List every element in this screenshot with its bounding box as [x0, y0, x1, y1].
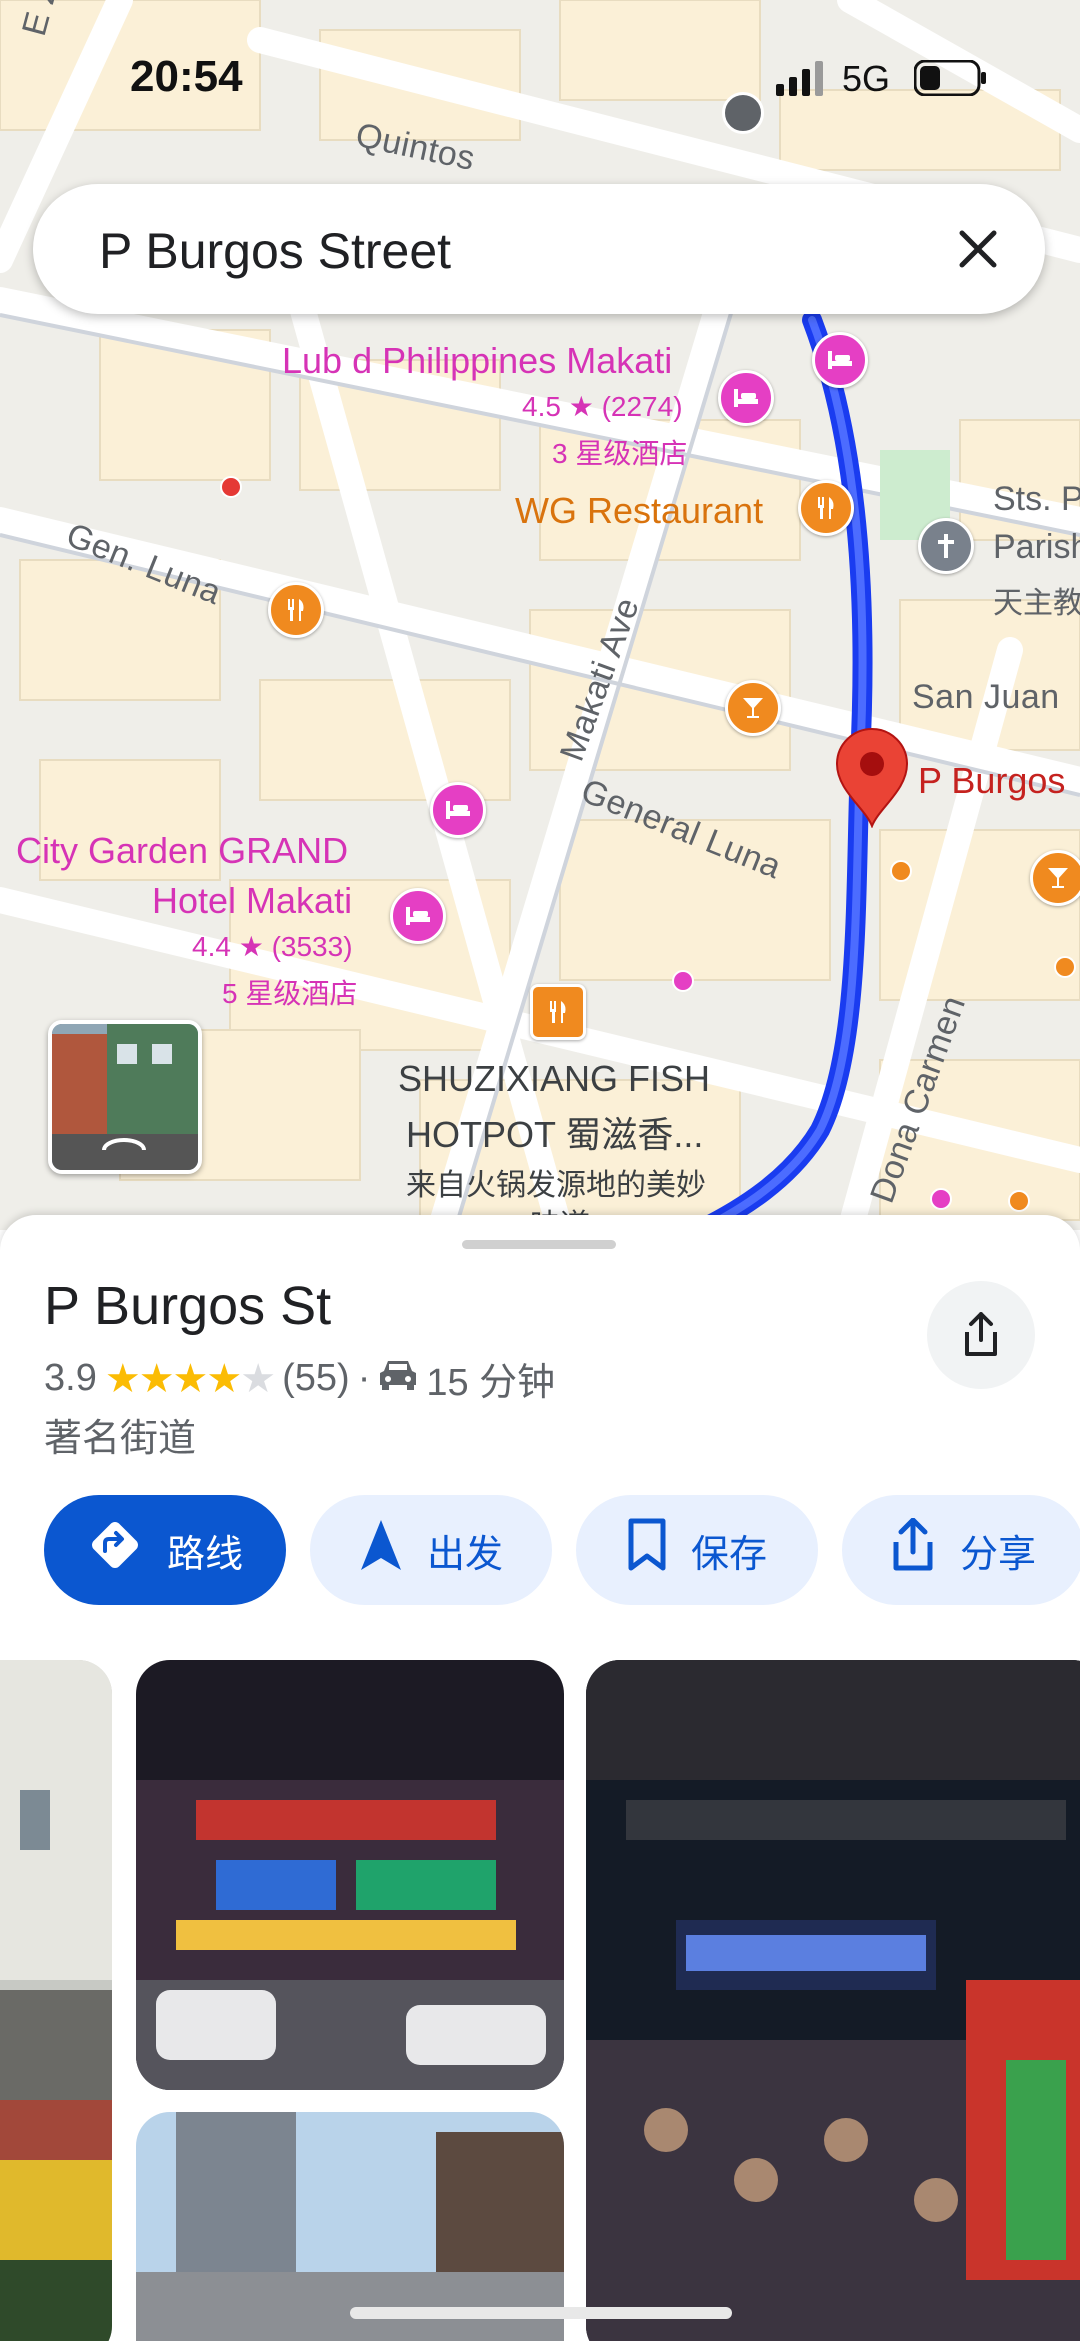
map-dot	[930, 1188, 952, 1210]
sheet-drag-handle[interactable]	[462, 1240, 616, 1249]
hotel-icon[interactable]	[390, 888, 446, 944]
place-photo[interactable]	[136, 1660, 564, 2090]
poi-rating: 4.4 ★ (3533)	[192, 931, 353, 962]
street-label: San Juan	[912, 678, 1060, 716]
poi-name: HOTPOT 蜀滋香...	[406, 1114, 704, 1155]
poi-name[interactable]: Sts. P	[993, 480, 1080, 519]
poi-name: Parish	[993, 528, 1080, 566]
hotel-icon[interactable]	[430, 782, 486, 838]
restaurant-icon[interactable]	[798, 480, 854, 536]
hotel-icon[interactable]	[718, 370, 774, 426]
street-view-thumbnail[interactable]	[48, 1020, 202, 1174]
map-dot	[1054, 956, 1076, 978]
directions-label: 路线	[166, 1533, 243, 1576]
directions-button[interactable]: 路线	[44, 1495, 286, 1605]
restaurant-icon[interactable]	[530, 984, 586, 1040]
save-button[interactable]: 保存	[576, 1495, 818, 1605]
place-photo[interactable]	[586, 1660, 1080, 2341]
poi-name[interactable]: SHUZIXIANG FISH	[398, 1058, 710, 1100]
place-meta: 3.9 ★★★★★ (55) · 15 分钟	[44, 1351, 555, 1406]
restaurant-icon[interactable]	[268, 582, 324, 638]
home-indicator[interactable]	[350, 2307, 732, 2319]
rating-value: 3.9	[44, 1357, 97, 1399]
drive-time: 15 分钟	[426, 1362, 556, 1404]
bookmark-icon	[627, 1518, 667, 1582]
map-dot	[220, 476, 242, 498]
bar-icon[interactable]	[725, 680, 781, 736]
status-bar: 20:54 5G	[0, 0, 1080, 150]
directions-icon	[87, 1517, 143, 1583]
share-icon	[890, 1517, 936, 1582]
action-row: 路线 出发 保存 分享	[44, 1495, 1080, 1605]
start-label: 出发	[426, 1533, 503, 1576]
status-time: 20:54	[130, 52, 243, 101]
map-dot	[890, 860, 912, 882]
share-icon[interactable]	[927, 1281, 1035, 1389]
save-label: 保存	[690, 1533, 767, 1576]
map-view[interactable]: E Zobel Quintos Gen. Luna Makati Ave Gen…	[0, 0, 1080, 1230]
map-dot	[672, 970, 694, 992]
bar-icon[interactable]	[1030, 850, 1080, 906]
share-label: 分享	[959, 1533, 1036, 1576]
location-pin-icon[interactable]	[835, 728, 909, 833]
poi-desc: 天主教	[993, 587, 1080, 620]
poi-desc: 来自火锅发源地的美妙	[406, 1169, 706, 1202]
navigation-arrow-icon	[359, 1518, 403, 1582]
search-bar[interactable]: P Burgos Street	[33, 184, 1045, 314]
poi-class: 5 星级酒店	[222, 978, 358, 1009]
meta-separator: ·	[357, 1357, 371, 1399]
photo-carousel[interactable]	[0, 1660, 1080, 2341]
share-button[interactable]: 分享	[842, 1495, 1080, 1605]
selected-place-label: P Burgos	[918, 760, 1066, 801]
review-count[interactable]: (55)	[282, 1357, 350, 1400]
search-input[interactable]: P Burgos Street	[99, 222, 451, 280]
poi-name: Hotel Makati	[152, 880, 353, 921]
poi-class: 3 星级酒店	[552, 438, 688, 469]
car-icon	[378, 1357, 418, 1401]
poi-name[interactable]: Lub d Philippines Makati	[282, 340, 672, 382]
map-dot	[1008, 1190, 1030, 1212]
network-type: 5G	[842, 58, 891, 99]
place-sheet[interactable]: P Burgos St 3.9 ★★★★★ (55) · 15 分钟 著名街道 …	[0, 1215, 1080, 2341]
poi-name[interactable]: WG Restaurant	[515, 490, 763, 532]
close-icon[interactable]	[941, 212, 1015, 286]
church-icon[interactable]	[918, 518, 974, 574]
place-title: P Burgos St	[44, 1276, 332, 1336]
signal-icon	[776, 60, 826, 101]
start-button[interactable]: 出发	[310, 1495, 552, 1605]
place-category: 著名街道	[44, 1418, 197, 1460]
poi-rating: 4.5 ★ (2274)	[522, 391, 683, 422]
rating-stars: ★★★★★	[104, 1356, 276, 1401]
place-photo[interactable]	[0, 1660, 112, 2341]
battery-icon	[913, 59, 988, 101]
poi-name[interactable]: City Garden GRAND	[16, 830, 348, 872]
hotel-icon[interactable]	[812, 332, 868, 388]
